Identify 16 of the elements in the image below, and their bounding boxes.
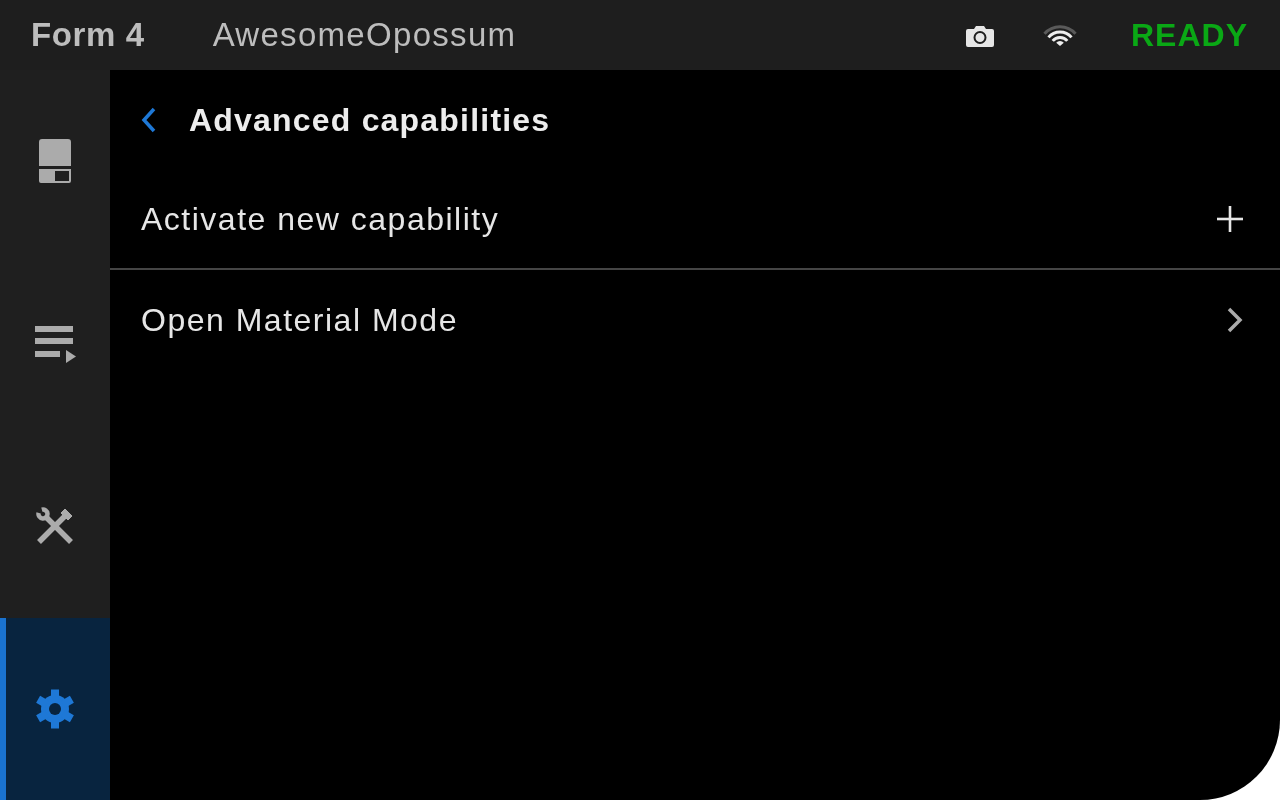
page-title: Advanced capabilities [189, 101, 551, 139]
queue-icon [34, 324, 76, 363]
chevron-right-icon [1226, 307, 1243, 333]
menu-item[interactable]: Activate new capability [110, 170, 1280, 270]
settings-icon [36, 688, 74, 729]
printer-name: AwesomeOpossum [212, 16, 517, 54]
printer-model: Form 4 [31, 16, 145, 54]
printer-status: READY [1131, 16, 1248, 54]
plus-icon [1217, 206, 1243, 232]
chevron-left-icon [141, 107, 157, 133]
nav-button[interactable] [0, 617, 110, 800]
printer-icon [39, 139, 71, 184]
camera-icon [966, 23, 994, 47]
menu-item[interactable]: Open Material Mode [110, 270, 1280, 370]
wifi-icon [1043, 23, 1077, 47]
back-button[interactable] [141, 107, 157, 133]
